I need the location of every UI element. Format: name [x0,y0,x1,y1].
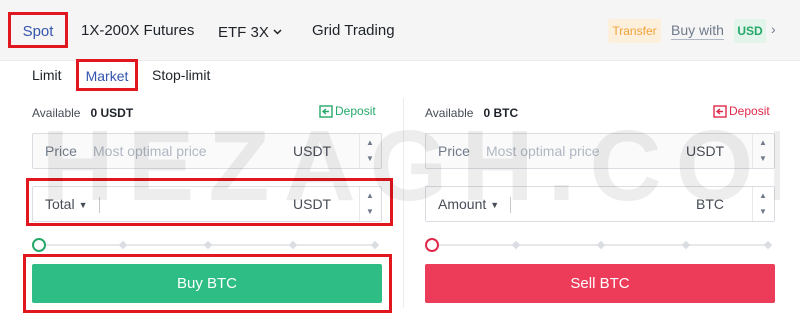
slider-tick[interactable] [370,240,380,250]
sell-available: Available 0 BTC [425,106,518,120]
sell-amount-selector[interactable]: Amount ▼ [438,196,499,212]
buy-available-value: 0 USDT [90,106,134,120]
slider-handle[interactable] [32,238,46,252]
order-tab-limit[interactable]: Limit [32,67,62,83]
tab-spot[interactable]: Spot [8,12,68,48]
slider-tick[interactable] [763,240,773,250]
slider-tick[interactable] [118,240,128,250]
slider-tick[interactable] [596,240,606,250]
chevron-right-icon[interactable]: › [771,21,776,37]
slider-tick[interactable] [511,240,521,250]
buy-percent-slider[interactable] [32,238,380,252]
tab-etf[interactable]: ETF 3X [218,22,282,41]
stepper-down-icon[interactable]: ▼ [759,207,767,216]
buy-total-label: Total [45,196,75,212]
tab-futures[interactable]: 1X-200X Futures [81,22,194,39]
deposit-icon [319,105,333,118]
buy-available-label: Available [32,106,81,120]
sell-available-value: 0 BTC [483,106,519,120]
deposit-icon [713,105,727,118]
buy-price-label: Price [45,143,77,159]
sell-percent-slider[interactable] [425,238,773,252]
tab-etf-label: ETF 3X [218,24,269,41]
buy-price-unit: USDT [293,143,332,159]
stepper-up-icon[interactable]: ▲ [366,138,374,147]
buy-deposit-link[interactable]: Deposit [319,104,376,118]
buy-with-link[interactable]: Buy with [671,22,724,40]
sell-price-placeholder: Most optimal price [486,143,600,159]
buy-total-unit: USDT [293,196,332,212]
buy-button[interactable]: Buy BTC [32,264,382,303]
slider-tick[interactable] [203,240,213,250]
sell-amount-label: Amount [438,196,487,212]
sell-deposit-link[interactable]: Deposit [713,104,770,118]
sell-price-unit: USDT [686,143,725,159]
caret-down-icon: ▼ [78,200,88,210]
buy-price-stepper[interactable]: ▲ ▼ [359,134,381,168]
sell-amount-field[interactable]: Amount ▼ BTC ▲ ▼ [425,186,775,222]
sell-price-field[interactable]: Price Most optimal price USDT ▲ ▼ [425,133,775,169]
sell-deposit-label: Deposit [729,104,770,118]
slider-tick[interactable] [288,240,298,250]
buy-total-selector[interactable]: Total ▼ [45,196,88,212]
trade-type-bar: Spot 1X-200X Futures ETF 3X Grid Trading… [0,0,800,61]
stepper-up-icon[interactable]: ▲ [759,191,767,200]
transfer-button[interactable]: Transfer [608,19,661,43]
text-cursor [99,197,100,213]
buy-price-field[interactable]: Price Most optimal price USDT ▲ ▼ [32,133,382,169]
stepper-down-icon[interactable]: ▼ [759,154,767,163]
slider-handle[interactable] [425,238,439,252]
sell-amount-unit: BTC [696,196,724,212]
sell-button[interactable]: Sell BTC [425,264,775,303]
slider-tick[interactable] [681,240,691,250]
sell-amount-stepper[interactable]: ▲ ▼ [752,187,774,221]
caret-down-icon: ▼ [490,200,500,210]
buy-price-placeholder: Most optimal price [93,143,207,159]
panel-divider [403,98,404,308]
buy-total-field[interactable]: Total ▼ USDT ▲ ▼ [32,186,382,222]
stepper-up-icon[interactable]: ▲ [759,138,767,147]
text-cursor [510,197,511,213]
stepper-down-icon[interactable]: ▼ [366,154,374,163]
tab-grid-trading[interactable]: Grid Trading [312,22,395,39]
sell-price-label: Price [438,143,470,159]
stepper-down-icon[interactable]: ▼ [366,207,374,216]
buy-total-stepper[interactable]: ▲ ▼ [359,187,381,221]
sell-price-stepper[interactable]: ▲ ▼ [752,134,774,168]
chevron-down-icon [273,22,282,39]
order-tab-market[interactable]: Market [76,59,138,91]
buy-deposit-label: Deposit [335,104,376,118]
stepper-up-icon[interactable]: ▲ [366,191,374,200]
buy-available: Available 0 USDT [32,106,133,120]
currency-selector[interactable]: USD [734,19,766,43]
order-tab-stop-limit[interactable]: Stop-limit [152,67,210,83]
sell-available-label: Available [425,106,474,120]
